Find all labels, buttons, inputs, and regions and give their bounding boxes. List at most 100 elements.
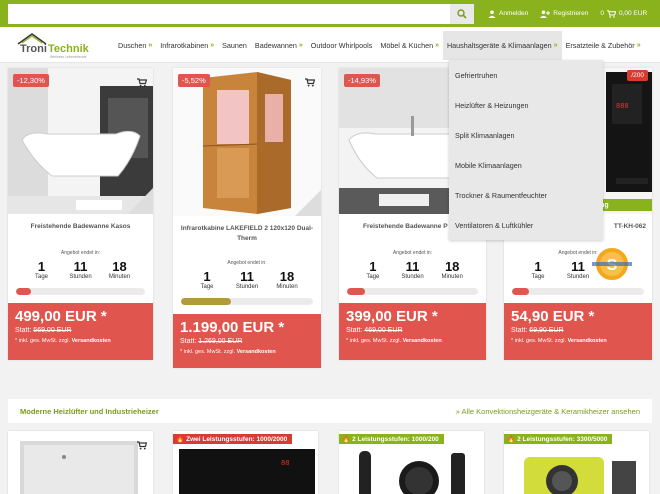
search-button[interactable] — [450, 4, 474, 24]
register-label: Registrieren — [553, 10, 589, 17]
header: Troni Technik Wellness Lebensfreude Dusc… — [0, 27, 660, 63]
dropdown-item-mobile-klimaanlagen[interactable]: Mobile Klimaanlagen — [449, 150, 603, 180]
flame-icon: 🔥 — [176, 436, 185, 443]
product-card[interactable]: 🔥 2 Leistungsstufen: 3300/5000 — [504, 431, 649, 494]
feature-ribbon: 🔥 2 Leistungsstufen: 1000/200 — [339, 434, 444, 444]
section-title: Moderne Heizlüfter und Industrieheizer — [20, 407, 159, 416]
ribbon-text: 2 Leistungsstufen: 1000/200 — [352, 435, 439, 443]
days-label: Tage — [366, 274, 380, 280]
old-price-label: Statt: — [346, 327, 363, 334]
product-card[interactable] — [8, 431, 153, 494]
old-price: 569,00 EUR — [33, 327, 72, 334]
discount-badge: -5,52% — [178, 74, 210, 87]
svg-text:888: 888 — [616, 103, 629, 111]
main-nav: Duschen» Infrarotkabinen» Saunen Badewan… — [118, 27, 641, 63]
logo[interactable]: Troni Technik Wellness Lebensfreude — [16, 30, 96, 60]
minutes-label: Minuten — [441, 274, 463, 280]
ribbon-text: 2 Leistungsstufen: 3300/5000 — [517, 435, 608, 443]
nav-badewannen[interactable]: Badewannen» — [255, 37, 303, 54]
user-icon — [488, 10, 496, 18]
nav-label: Ersatzteile & Zubehör — [565, 40, 635, 50]
product-title[interactable]: Infrarotkabine LAKEFIELD 2 120x120 Dual-… — [179, 224, 315, 244]
product-title[interactable]: Freistehende Badewanne Kasos — [14, 222, 147, 232]
chevron-down-icon: » — [148, 41, 153, 49]
user-plus-icon — [540, 10, 551, 18]
progress-fill — [512, 288, 530, 295]
product-image[interactable] — [8, 68, 153, 214]
svg-text:Wellness Lebensfreude: Wellness Lebensfreude — [50, 55, 87, 59]
product-card[interactable]: 🔥 2 Leistungsstufen: 1000/200 — [339, 431, 484, 494]
nav-label: Haushaltsgeräte & Klimaanlagen — [446, 40, 552, 50]
add-to-cart-icon[interactable] — [137, 74, 148, 92]
ribbon-text: Zwei Leistungsstufen: 1000/2000 — [186, 435, 288, 443]
countdown-minutes: 18 — [112, 259, 127, 274]
price: 1.199,00 EUR * — [180, 319, 285, 336]
countdown-minutes: 18 — [444, 259, 460, 274]
shipping-link[interactable]: Versandkosten — [568, 338, 607, 344]
countdown-hours: 11 — [405, 259, 420, 274]
section-view-all-link[interactable]: » Alle Konvektionsheizgeräte & Keramikhe… — [456, 407, 640, 416]
dropdown-item-heizluefter[interactable]: Heizlüfter & Heizungen — [449, 90, 603, 120]
cart-link[interactable]: 0 0,00 EUR — [600, 9, 647, 18]
nav-infrarotkabinen[interactable]: Infrarotkabinen» — [160, 37, 214, 54]
svg-text:Technik: Technik — [48, 43, 90, 55]
nav-outdoor-whirlpools[interactable]: Outdoor Whirlpools — [311, 37, 373, 54]
minutes-label: Minuten — [276, 284, 298, 290]
dropdown-item-ventilatoren[interactable]: Ventilatoren & Luftkühler — [449, 210, 603, 240]
nav-saunen[interactable]: Saunen — [222, 37, 247, 54]
nav-label: Badewannen — [254, 40, 297, 50]
nav-label: Outdoor Whirlpools — [310, 40, 373, 50]
dropdown-item-split-klimaanlagen[interactable]: Split Klimaanlagen — [449, 120, 603, 150]
login-label: Anmelden — [499, 10, 529, 17]
countdown-hours: 11 — [240, 269, 254, 284]
nav-label: Duschen — [118, 40, 147, 50]
countdown-days: 1 — [203, 269, 211, 284]
add-to-cart-icon[interactable] — [305, 74, 316, 92]
offer-ends-label: Angebot endet in: — [227, 260, 267, 266]
search-icon — [457, 9, 467, 19]
offer-progress-bar — [181, 298, 313, 305]
offer-ends-label: Angebot endet in: — [60, 250, 101, 256]
shipping-link[interactable]: Versandkosten — [72, 338, 111, 344]
progress-fill — [16, 288, 32, 295]
product-card[interactable]: 88 🔥 Zwei Leistungsstufen: 1000/2000 — [173, 431, 318, 494]
days-label: Tage — [34, 274, 48, 280]
flame-icon: 🔥 — [342, 436, 351, 443]
hours-label: Stunden — [69, 274, 92, 280]
tax-note: * inkl. ges. MwSt. zzgl. — [15, 338, 71, 344]
nav-haushaltsgeraete[interactable]: Haushaltsgeräte & Klimaanlagen» — [442, 30, 562, 60]
dropdown-item-trockner[interactable]: Trockner & Raumentfeuchter — [449, 180, 603, 210]
nav-ersatzteile[interactable]: Ersatzteile & Zubehör» — [566, 37, 641, 54]
chevron-down-icon: » — [435, 41, 439, 49]
tax-note: * inkl. ges. MwSt. zzgl. — [346, 338, 402, 344]
countdown-days: 1 — [369, 259, 377, 274]
flame-icon: 🔥 — [507, 436, 516, 443]
register-link[interactable]: Registrieren — [540, 10, 588, 18]
countdown: 1 Tage 11 Stunden 18 Minuten — [22, 259, 139, 280]
shipping-link[interactable]: Versandkosten — [237, 349, 276, 355]
old-price-label: Statt: — [180, 338, 197, 345]
dropdown-item-gefriertruhen[interactable]: Gefriertruhen — [449, 60, 603, 90]
chevron-down-icon: » — [298, 41, 303, 49]
price-box: 1.199,00 EUR * Statt: 1.269,00 EUR * ink… — [173, 314, 321, 368]
add-to-cart-icon[interactable] — [137, 437, 148, 455]
hours-label: Stunden — [235, 284, 259, 290]
nav-moebel-kuechen[interactable]: Möbel & Küchen» — [380, 37, 439, 54]
product-image[interactable] — [173, 68, 321, 216]
offer-ends-label: Angebot endet in: — [392, 250, 433, 256]
days-label: Tage — [200, 284, 214, 290]
search-input[interactable] — [8, 4, 450, 24]
shipping-link[interactable]: Versandkosten — [403, 338, 442, 344]
feature-ribbon: 🔥 2 Leistungsstufen: 3300/5000 — [504, 434, 613, 444]
svg-text:88: 88 — [281, 460, 289, 468]
product-card[interactable]: -12,30% Freistehende Badewanne Kasos Ang… — [8, 68, 153, 360]
trust-badge[interactable]: S — [592, 244, 632, 284]
offer-progress-bar — [512, 288, 644, 295]
login-link[interactable]: Anmelden — [488, 10, 528, 18]
chevron-down-icon: » — [210, 41, 215, 49]
nav-duschen[interactable]: Duschen» — [118, 37, 152, 54]
countdown: 1 Tage 11 Stunden 18 Minuten — [187, 269, 307, 290]
price-box: 399,00 EUR * Statt: 469,00 EUR * inkl. g… — [339, 303, 486, 360]
product-card[interactable]: -5,52% Infrarotkabine LAKEFIELD 2 120x12… — [173, 68, 321, 368]
old-price: 1.269,00 EUR — [198, 338, 243, 345]
